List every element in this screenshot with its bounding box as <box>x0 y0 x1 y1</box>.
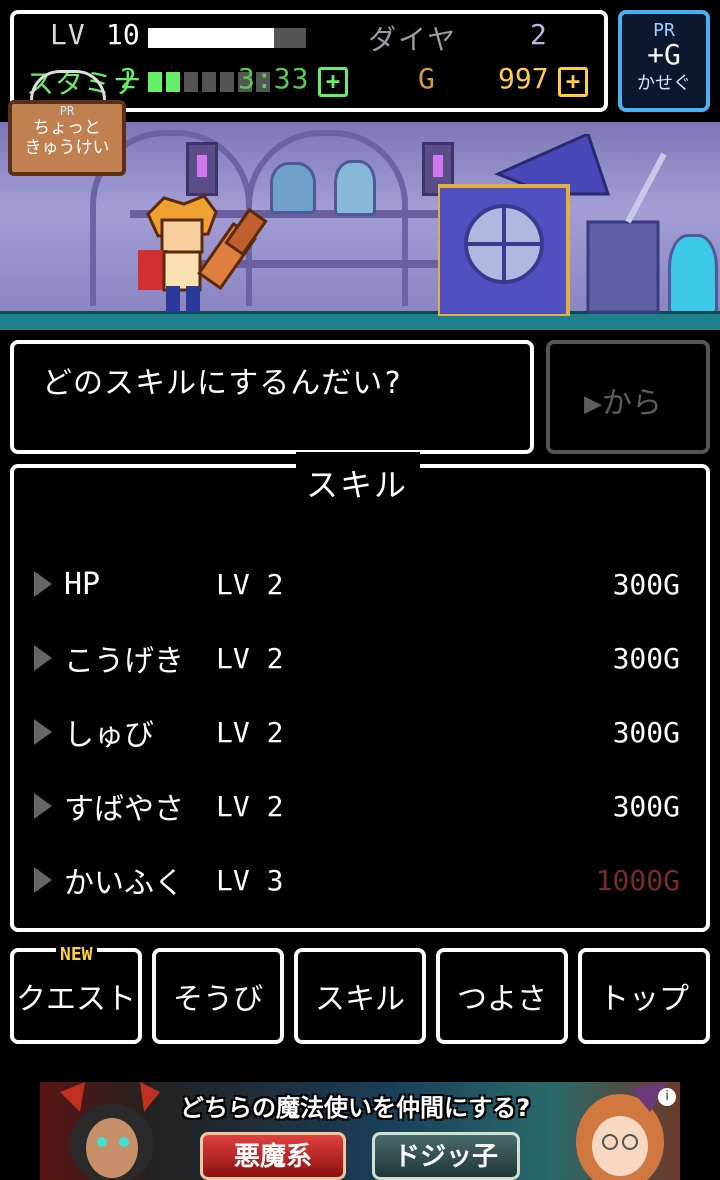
skill-cost: 300G <box>612 789 680 823</box>
nav-equipment-button[interactable]: そうび <box>152 948 284 1044</box>
skill-row-hp[interactable]: HP LV 2 300G <box>34 562 694 606</box>
potion-bottle-icon <box>270 162 316 214</box>
ad-info-icon[interactable]: i <box>658 1088 676 1106</box>
cursor-arrow-icon <box>34 793 52 819</box>
skill-cost: 1000G <box>595 863 680 897</box>
stamina-block <box>202 72 216 92</box>
stamina-block <box>166 72 180 92</box>
gold-label: G <box>418 62 435 95</box>
gold-value: 997 <box>498 62 549 95</box>
stamina-timer: 3:33 <box>238 62 310 95</box>
sign-label-line2: きゅうけい <box>24 138 110 158</box>
message-text: どのスキルにするんだい? <box>42 366 403 401</box>
skill-name: すばやさ <box>64 792 184 827</box>
skill-name: HP <box>64 566 101 602</box>
nav-top-button[interactable]: トップ <box>578 948 710 1044</box>
potion-bottle-icon <box>334 160 376 216</box>
stamina-block <box>148 72 162 92</box>
cursor-arrow-icon <box>34 867 52 893</box>
stamina-block <box>220 72 234 92</box>
skill-row-recovery[interactable]: かいふく LV 3 1000G <box>34 858 694 902</box>
skill-cost: 300G <box>612 567 680 601</box>
potion-bottle-icon <box>668 234 718 316</box>
ad-clumsy-button[interactable]: ドジッ子 <box>372 1132 520 1180</box>
skill-level: LV 2 <box>216 715 284 749</box>
new-badge: NEW <box>56 944 97 965</box>
skill-level: LV 2 <box>216 789 284 823</box>
skill-row-defense[interactable]: しゅび LV 2 300G <box>34 710 694 754</box>
pr-sub-label: かせぐ <box>637 73 691 94</box>
cursor-arrow-icon <box>34 571 52 597</box>
pr-main-label: +G <box>647 38 681 71</box>
stamina-value: 2 <box>120 62 137 95</box>
skill-name: こうげき <box>64 644 184 679</box>
demon-character-icon <box>60 1082 160 1180</box>
add-gold-button[interactable]: + <box>558 67 588 97</box>
ad-demon-button[interactable]: 悪魔系 <box>200 1132 346 1180</box>
wizard-shopkeeper-icon <box>438 134 667 316</box>
skill-name: かいふく <box>64 866 184 901</box>
earn-gold-pr-button[interactable]: PR +G かせぐ <box>618 10 710 112</box>
hero-icon <box>138 194 268 312</box>
nav-skill-button[interactable]: スキル <box>294 948 426 1044</box>
level-label: LV <box>50 18 86 51</box>
xp-bar <box>148 28 306 48</box>
skill-level: LV 2 <box>216 641 284 675</box>
cursor-arrow-icon <box>34 719 52 745</box>
cursor-arrow-icon <box>34 645 52 671</box>
lamp-icon <box>186 142 218 196</box>
skill-name: しゅび <box>64 718 154 753</box>
xp-bar-fill <box>148 28 275 48</box>
stamina-block <box>184 72 198 92</box>
level-value: 10 <box>106 18 140 51</box>
scene-arch <box>246 130 408 306</box>
sign-label-line1: ちょっと <box>33 118 101 138</box>
rest-sign-pr-button[interactable]: PR ちょっと きゅうけい <box>8 100 126 176</box>
skill-row-speed[interactable]: すばやさ LV 2 300G <box>34 784 694 828</box>
sign-pr-label: PR <box>59 104 75 118</box>
skill-row-attack[interactable]: こうげき LV 2 300G <box>34 636 694 680</box>
nav-stats-button[interactable]: つよさ <box>436 948 568 1044</box>
skill-level: LV 3 <box>216 863 284 897</box>
kara-button-label: ▶から <box>584 386 663 421</box>
skill-cost: 300G <box>612 641 680 675</box>
diamond-label: ダイヤ <box>368 23 458 56</box>
add-stamina-button[interactable]: + <box>318 67 348 97</box>
ad-title: どちらの魔法使いを仲間にする? <box>180 1094 531 1122</box>
diamond-value: 2 <box>530 18 547 51</box>
skill-cost: 300G <box>612 715 680 749</box>
skill-level: LV 2 <box>216 567 284 601</box>
skill-panel-title: スキル <box>306 466 409 504</box>
